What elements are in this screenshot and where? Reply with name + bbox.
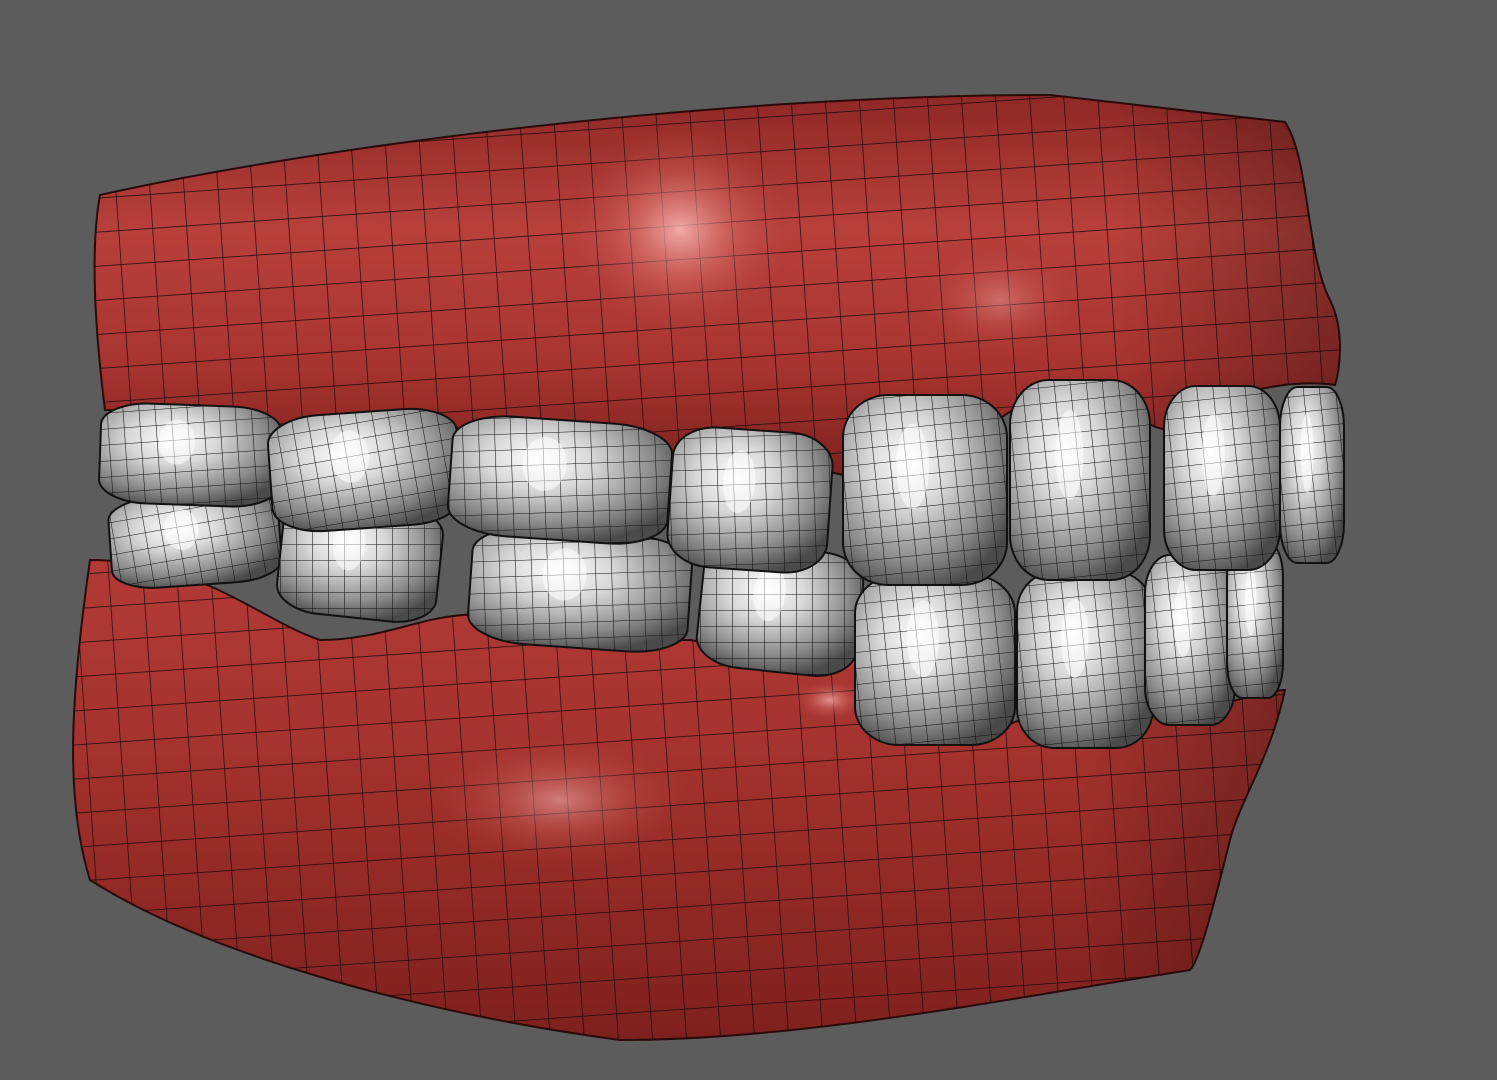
upper-tooth-3[interactable] [446,412,674,548]
upper-tooth-1[interactable] [98,401,282,509]
upper-tooth-4[interactable] [665,424,835,576]
upper-tooth-7[interactable] [1163,385,1281,571]
lower-tooth-3[interactable] [466,524,694,656]
upper-tooth-6[interactable] [1009,379,1151,581]
lower-tooth-7[interactable] [1144,554,1236,726]
3d-viewport[interactable] [0,0,1497,1080]
lower-tooth-5[interactable] [854,574,1016,746]
lower-tooth-6[interactable] [1016,571,1154,749]
dental-model-render [0,0,1497,1080]
upper-tooth-8[interactable] [1279,386,1345,564]
upper-tooth-2[interactable] [266,405,464,535]
upper-tooth-5[interactable] [842,394,1008,586]
